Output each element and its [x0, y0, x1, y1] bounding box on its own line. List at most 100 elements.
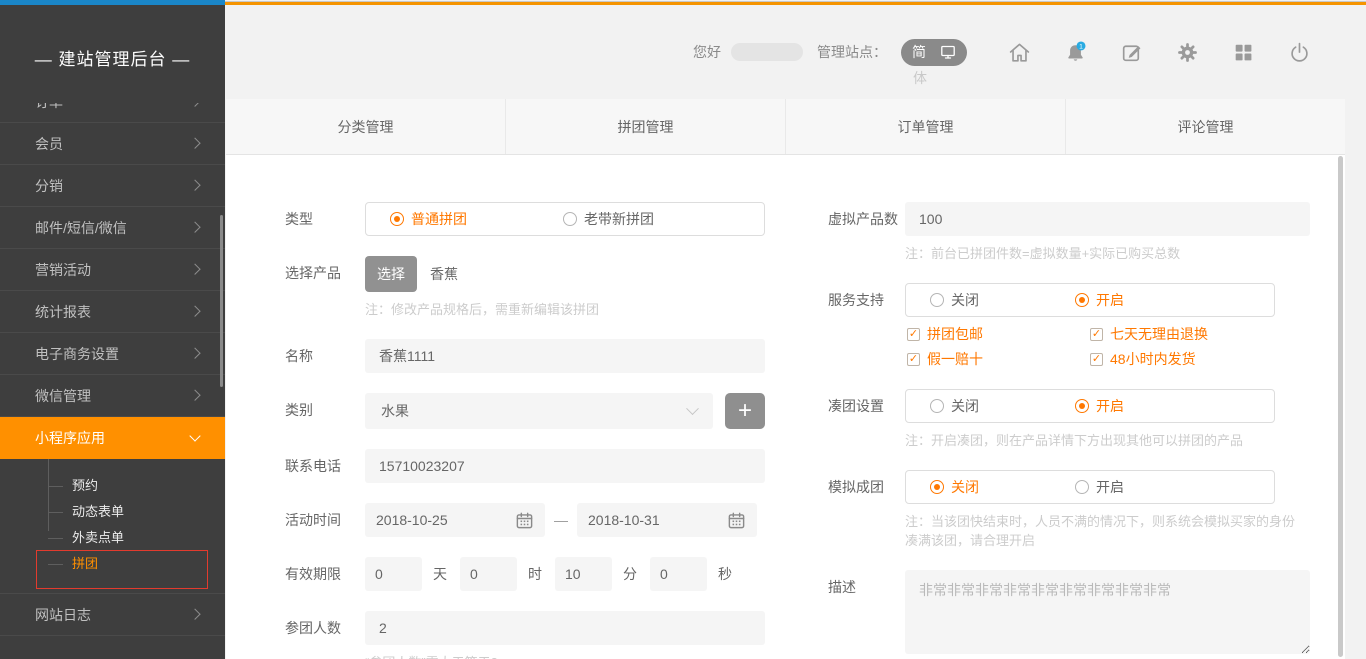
people-note: “参团人数”需大于等于2 [365, 653, 765, 659]
gear-icon[interactable] [1175, 40, 1200, 65]
validity-minutes-input[interactable] [555, 557, 612, 591]
radio-icon [1075, 399, 1089, 413]
unit-minutes: 分 [623, 564, 637, 584]
apps-grid-icon[interactable] [1231, 40, 1256, 65]
tab-comment-management[interactable]: 评论管理 [1065, 99, 1345, 154]
checkbox-checked-icon: ✓ [1090, 353, 1103, 366]
calendar-icon [515, 511, 534, 530]
form-column-left: 类型 普通拼团 老带新拼团 选择产品 选择 香蕉 [285, 202, 765, 659]
checkbox-free-shipping[interactable]: ✓拼团包邮 [907, 324, 1090, 344]
radio-icon [930, 399, 944, 413]
unit-hours: 时 [528, 564, 542, 584]
time-label: 活动时间 [285, 503, 365, 537]
calendar-icon [727, 511, 746, 530]
sidebar-scrollbar-thumb[interactable] [220, 215, 223, 387]
sidebar-item-stats-report[interactable]: 统计报表 [0, 291, 225, 333]
sidebar-item-members[interactable]: 会员 [0, 123, 225, 165]
row-product: 选择产品 选择 香蕉 注：修改产品规格后，需重新编辑该拼团 [285, 256, 765, 319]
panel-scrollbar-thumb[interactable] [1338, 156, 1343, 657]
sidebar-submenu: 预约 动态表单 外卖点单 拼团 [0, 459, 225, 594]
row-activity-time: 活动时间 2018-10-25 — [285, 503, 765, 537]
submenu-item-dynamic-form[interactable]: 动态表单 [0, 499, 225, 525]
chevron-right-icon [189, 221, 200, 232]
people-count-input[interactable] [365, 611, 765, 645]
app-title: — 建站管理后台 — [0, 45, 225, 70]
validity-seconds-input[interactable] [650, 557, 707, 591]
chevron-right-icon [189, 347, 200, 358]
product-note: 注：修改产品规格后，需重新编辑该拼团 [365, 300, 765, 319]
radio-simulate-on[interactable]: 开启 [1075, 477, 1124, 497]
checkbox-48h-shipping[interactable]: ✓48小时内发货 [1090, 349, 1275, 369]
name-input[interactable] [365, 339, 765, 373]
edit-icon[interactable] [1119, 40, 1144, 65]
gather-note: 注：开启凑团，则在产品详情下方出现其他可以拼团的产品 [905, 431, 1275, 450]
category-label: 类别 [285, 393, 365, 427]
chevron-down-icon [686, 402, 699, 415]
greeting-text: 您好 [693, 42, 721, 62]
description-textarea[interactable] [905, 570, 1310, 654]
sidebar-item-orders[interactable]: 订单 [0, 103, 225, 123]
category-select[interactable]: 水果 [365, 393, 713, 429]
radio-icon [390, 212, 404, 226]
checkbox-checked-icon: ✓ [1090, 328, 1103, 341]
checkbox-7day-return[interactable]: ✓七天无理由退换 [1090, 324, 1275, 344]
virtual-label: 虚拟产品数 [828, 202, 905, 236]
chevron-right-icon [189, 137, 200, 148]
radio-icon [563, 212, 577, 226]
radio-old-brings-new[interactable]: 老带新拼团 [563, 209, 654, 229]
add-category-button[interactable]: + [725, 393, 765, 429]
description-label: 描述 [828, 570, 905, 604]
checkbox-fake-one-pay-ten[interactable]: ✓假一赔十 [907, 349, 1090, 369]
bell-icon[interactable]: 1 [1063, 40, 1088, 65]
virtual-count-input[interactable] [905, 202, 1310, 236]
tab-groupbuy-management[interactable]: 拼团管理 [505, 99, 785, 154]
chevron-right-icon [189, 103, 200, 106]
date-separator: — [554, 512, 568, 528]
checkbox-checked-icon: ✓ [907, 353, 920, 366]
submenu-item-takeout-order[interactable]: 外卖点单 [0, 525, 225, 551]
radio-gather-off[interactable]: 关闭 [930, 396, 979, 416]
radio-normal-groupbuy[interactable]: 普通拼团 [390, 209, 467, 229]
start-date-input[interactable]: 2018-10-25 [365, 503, 545, 537]
type-label: 类型 [285, 202, 365, 236]
home-icon[interactable] [1007, 40, 1032, 65]
sidebar-item-site-logs[interactable]: 网站日志 [0, 594, 225, 636]
end-date-input[interactable]: 2018-10-31 [577, 503, 757, 537]
language-overflow-text: 体 [913, 68, 927, 88]
phone-label: 联系电话 [285, 449, 365, 483]
radio-simulate-off[interactable]: 关闭 [930, 477, 979, 497]
power-icon[interactable] [1287, 40, 1312, 65]
validity-label: 有效期限 [285, 557, 365, 591]
phone-input[interactable] [365, 449, 765, 483]
tab-category-management[interactable]: 分类管理 [226, 99, 505, 154]
choose-product-button[interactable]: 选择 [365, 256, 417, 292]
sidebar-item-distribution[interactable]: 分销 [0, 165, 225, 207]
type-radio-group: 普通拼团 老带新拼团 [365, 202, 765, 236]
chevron-right-icon [189, 179, 200, 190]
radio-service-on[interactable]: 开启 [1075, 290, 1124, 310]
gather-label: 凑团设置 [828, 389, 905, 423]
row-description: 描述 [828, 570, 1268, 657]
simulate-radio-group: 关闭 开启 [905, 470, 1275, 504]
name-label: 名称 [285, 339, 365, 373]
radio-service-off[interactable]: 关闭 [930, 290, 979, 310]
submenu-item-group-buy[interactable]: 拼团 [0, 551, 225, 577]
chevron-right-icon [189, 389, 200, 400]
radio-gather-on[interactable]: 开启 [1075, 396, 1124, 416]
radio-icon [1075, 293, 1089, 307]
sidebar-item-mini-program-apps[interactable]: 小程序应用 [0, 417, 225, 459]
sidebar-item-wechat-management[interactable]: 微信管理 [0, 375, 225, 417]
language-toggle[interactable]: 简 [901, 39, 967, 66]
sidebar-item-marketing[interactable]: 营销活动 [0, 249, 225, 291]
sidebar-item-mail-sms-wechat[interactable]: 邮件/短信/微信 [0, 207, 225, 249]
submenu-item-booking[interactable]: 预约 [0, 473, 225, 499]
sidebar-item-ecommerce-settings[interactable]: 电子商务设置 [0, 333, 225, 375]
chevron-right-icon [189, 608, 200, 619]
content-area: 您好 管理站点： 简 体 1 [225, 5, 1366, 659]
people-label: 参团人数 [285, 611, 365, 645]
validity-hours-input[interactable] [460, 557, 517, 591]
row-gather-setting: 凑团设置 关闭 开启 注：开启凑团，则在产品详情下方出现其他可以拼团的产品 [828, 389, 1268, 450]
validity-days-input[interactable] [365, 557, 422, 591]
unit-seconds: 秒 [718, 564, 732, 584]
tab-order-management[interactable]: 订单管理 [785, 99, 1065, 154]
